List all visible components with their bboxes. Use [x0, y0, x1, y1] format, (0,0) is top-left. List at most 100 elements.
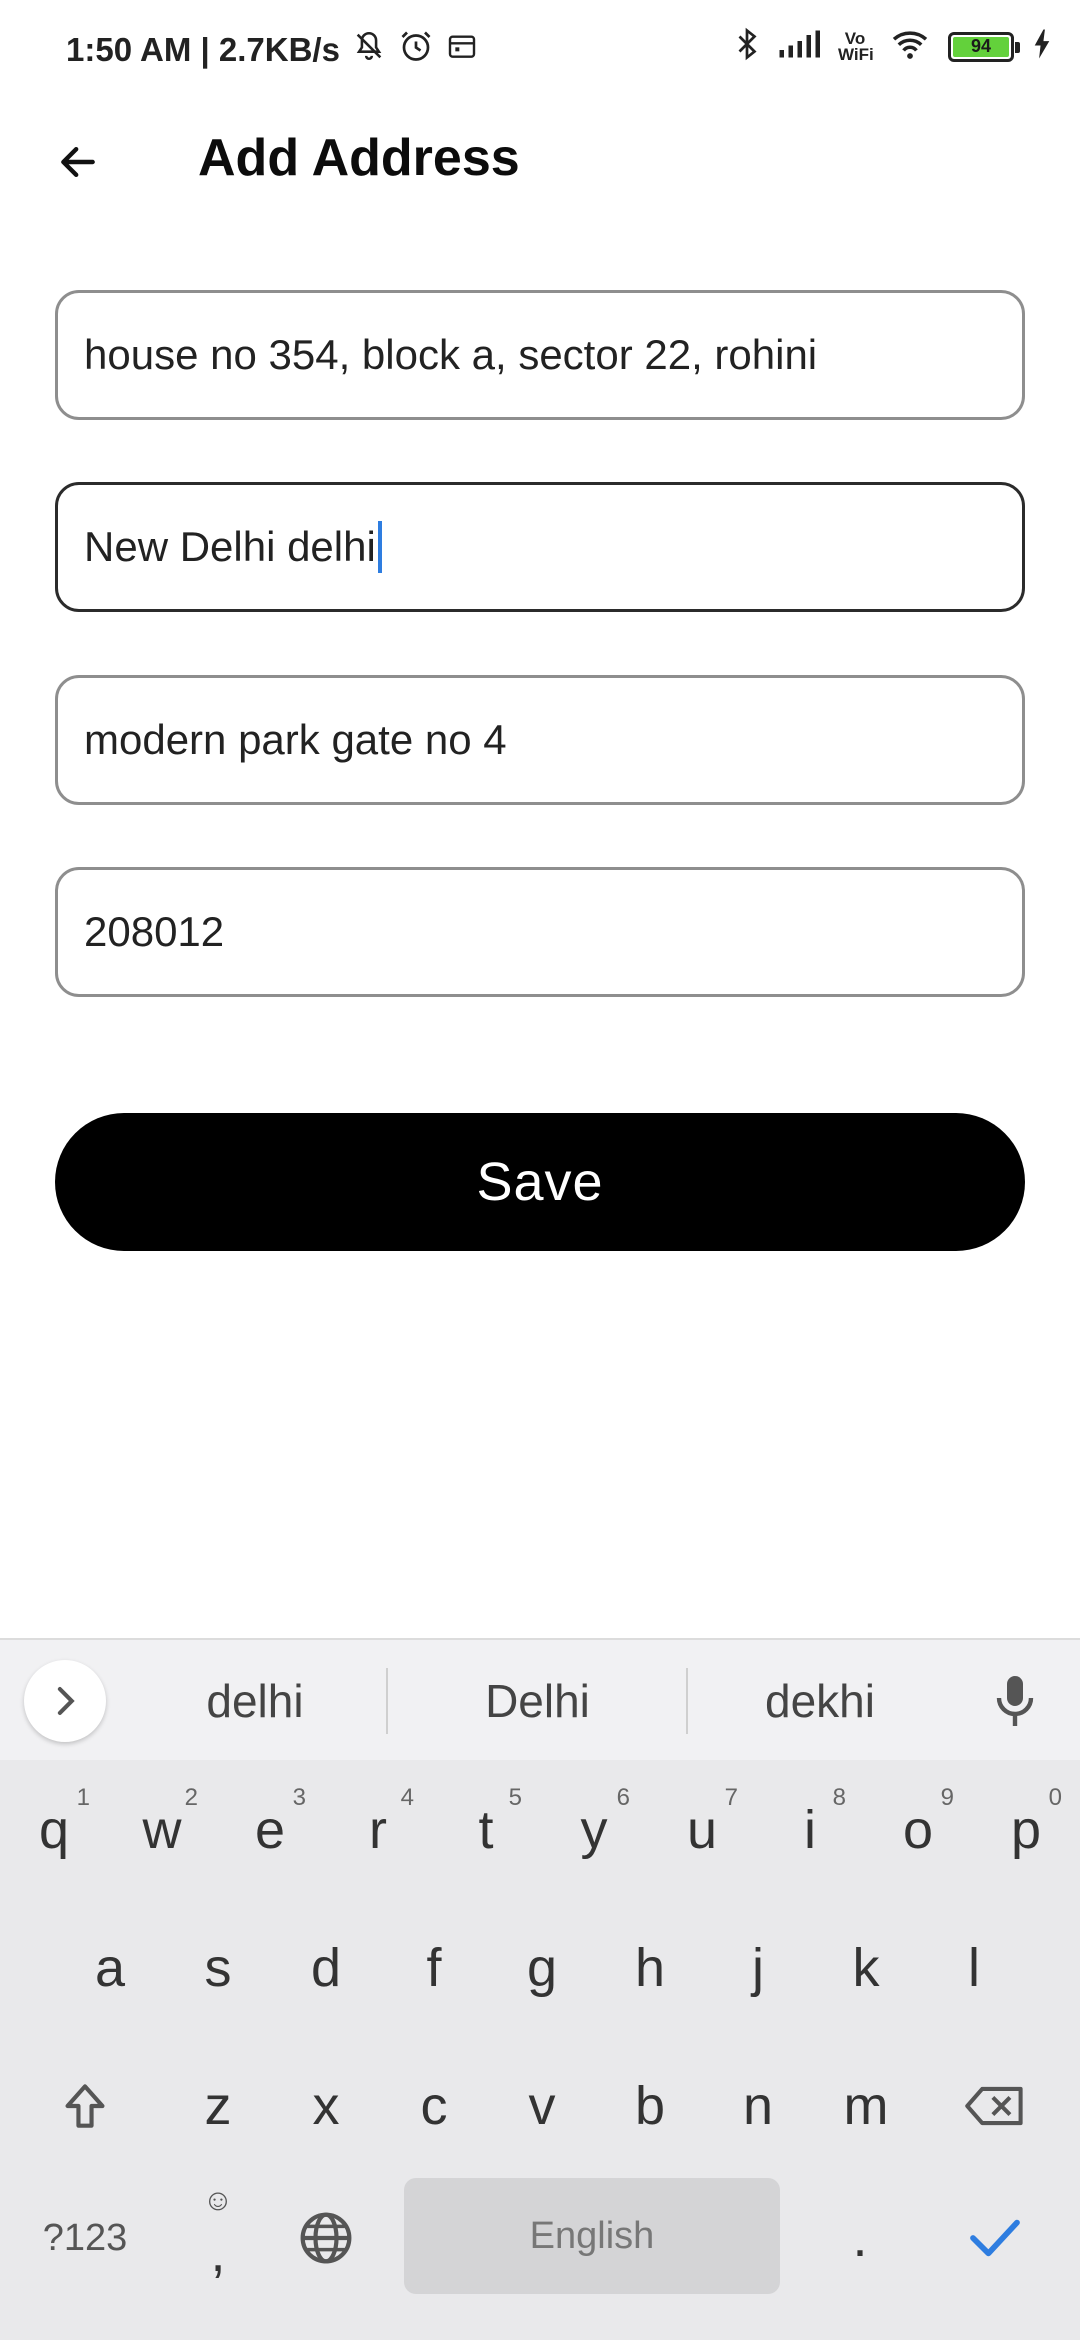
- voice-input-button[interactable]: [980, 1664, 1050, 1740]
- key-n[interactable]: n: [704, 2046, 812, 2166]
- backspace-icon: [965, 2086, 1023, 2126]
- symbols-key[interactable]: ?123: [20, 2178, 150, 2298]
- wifi-icon: [890, 28, 930, 65]
- key-y[interactable]: y6: [540, 1770, 648, 1890]
- key-k[interactable]: k: [812, 1908, 920, 2028]
- key-label: t: [478, 1800, 494, 1860]
- key-label: u: [686, 1800, 718, 1860]
- page-title: Add Address: [198, 129, 520, 187]
- key-label: q: [38, 1800, 70, 1860]
- key-row-3: z x c v b n m: [0, 2046, 1080, 2166]
- key-b[interactable]: b: [596, 2046, 704, 2166]
- key-i[interactable]: i8: [756, 1770, 864, 1890]
- key-l[interactable]: l: [920, 1908, 1028, 2028]
- key-h[interactable]: h: [596, 1908, 704, 2028]
- key-hint: 4: [400, 1784, 414, 1811]
- chevron-right-icon: [57, 1687, 75, 1715]
- arrow-left-icon: [61, 146, 95, 178]
- key-f[interactable]: f: [380, 1908, 488, 2028]
- city-state-field[interactable]: New Delhi delhi: [55, 482, 1025, 612]
- key-r[interactable]: r4: [324, 1770, 432, 1890]
- key-row-2: a s d f g h j k l: [0, 1908, 1080, 2028]
- key-o[interactable]: o9: [864, 1770, 972, 1890]
- vowifi-label: Vo WiFi: [838, 28, 874, 64]
- key-hint: 0: [1048, 1784, 1062, 1811]
- save-button[interactable]: Save: [55, 1113, 1025, 1251]
- backspace-key[interactable]: [930, 2046, 1060, 2166]
- key-g[interactable]: g: [488, 1908, 596, 2028]
- enter-key[interactable]: [930, 2178, 1060, 2298]
- suggestion-1[interactable]: delhi: [130, 1640, 380, 1762]
- shift-icon: [65, 2084, 105, 2128]
- key-c[interactable]: c: [380, 2046, 488, 2166]
- shift-key[interactable]: [20, 2046, 150, 2166]
- suggestion-bar: delhi Delhi dekhi: [0, 1638, 1080, 1760]
- landmark-field[interactable]: modern park gate no 4: [55, 675, 1025, 805]
- status-right: Vo WiFi 94: [734, 26, 1052, 67]
- key-p[interactable]: p0: [972, 1770, 1080, 1890]
- key-label: w: [142, 1800, 182, 1860]
- address-line-field[interactable]: house no 354, block a, sector 22, rohini: [55, 290, 1025, 420]
- city-state-value: New Delhi delhi: [84, 523, 376, 570]
- key-label: e: [254, 1800, 286, 1860]
- period-key[interactable]: .: [806, 2178, 914, 2298]
- status-time-speed: 1:50 AM | 2.7KB/s: [66, 31, 340, 68]
- text-cursor: [377, 521, 382, 573]
- pincode-value: 208012: [84, 908, 225, 955]
- suggestion-2[interactable]: Delhi: [410, 1640, 665, 1762]
- signal-icon: [778, 28, 820, 65]
- key-q[interactable]: q1: [0, 1770, 108, 1890]
- key-t[interactable]: t5: [432, 1770, 540, 1890]
- key-hint: 9: [940, 1784, 954, 1811]
- emoji-icon: ☺: [202, 2184, 234, 2217]
- language-key[interactable]: [272, 2178, 380, 2298]
- bell-muted-icon: [352, 29, 386, 71]
- key-label: y: [580, 1800, 608, 1860]
- app-bar: Add Address: [0, 110, 1080, 210]
- key-hint: 6: [616, 1784, 630, 1811]
- key-x[interactable]: x: [272, 2046, 380, 2166]
- key-label: o: [902, 1800, 934, 1860]
- back-button[interactable]: [40, 124, 116, 200]
- key-row-1: q1 w2 e3 r4 t5 y6 u7 i8 o9 p0: [0, 1770, 1080, 1890]
- alarm-icon: [398, 28, 434, 72]
- calendar-icon: [446, 30, 478, 70]
- key-hint: 1: [76, 1784, 90, 1811]
- suggestion-divider: [686, 1668, 688, 1734]
- soft-keyboard: delhi Delhi dekhi q1 w2 e3 r4 t5 y6 u7 i…: [0, 1638, 1080, 2340]
- globe-icon: [300, 2212, 352, 2264]
- status-bar: 1:50 AM | 2.7KB/s Vo WiFi 94: [0, 0, 1080, 100]
- key-j[interactable]: j: [704, 1908, 812, 2028]
- key-s[interactable]: s: [164, 1908, 272, 2028]
- key-label: i: [804, 1800, 816, 1860]
- comma-label: ,: [210, 2223, 226, 2283]
- keyboard-expand-button[interactable]: [24, 1660, 106, 1742]
- key-m[interactable]: m: [812, 2046, 920, 2166]
- charging-icon: [1032, 28, 1052, 65]
- key-e[interactable]: e3: [216, 1770, 324, 1890]
- key-hint: 5: [508, 1784, 522, 1811]
- space-key[interactable]: English: [404, 2178, 780, 2294]
- checkmark-icon: [970, 2219, 1020, 2257]
- key-label: r: [369, 1800, 387, 1860]
- battery-icon: 94: [948, 31, 1020, 62]
- microphone-icon: [996, 1676, 1034, 1726]
- battery-level: 94: [953, 36, 1009, 57]
- key-row-4: ?123 ☺ , English .: [0, 2178, 1080, 2298]
- suggestion-3[interactable]: dekhi: [700, 1640, 940, 1762]
- bluetooth-icon: [734, 26, 760, 67]
- suggestion-divider: [386, 1668, 388, 1734]
- key-hint: 8: [832, 1784, 846, 1811]
- key-z[interactable]: z: [164, 2046, 272, 2166]
- key-hint: 3: [292, 1784, 306, 1811]
- status-left: 1:50 AM | 2.7KB/s: [66, 28, 478, 72]
- key-d[interactable]: d: [272, 1908, 380, 2028]
- key-u[interactable]: u7: [648, 1770, 756, 1890]
- pincode-field[interactable]: 208012: [55, 867, 1025, 997]
- key-v[interactable]: v: [488, 2046, 596, 2166]
- key-a[interactable]: a: [56, 1908, 164, 2028]
- comma-key[interactable]: ☺ ,: [164, 2178, 272, 2298]
- address-line-value: house no 354, block a, sector 22, rohini: [84, 331, 818, 378]
- key-hint: 7: [724, 1784, 738, 1811]
- key-w[interactable]: w2: [108, 1770, 216, 1890]
